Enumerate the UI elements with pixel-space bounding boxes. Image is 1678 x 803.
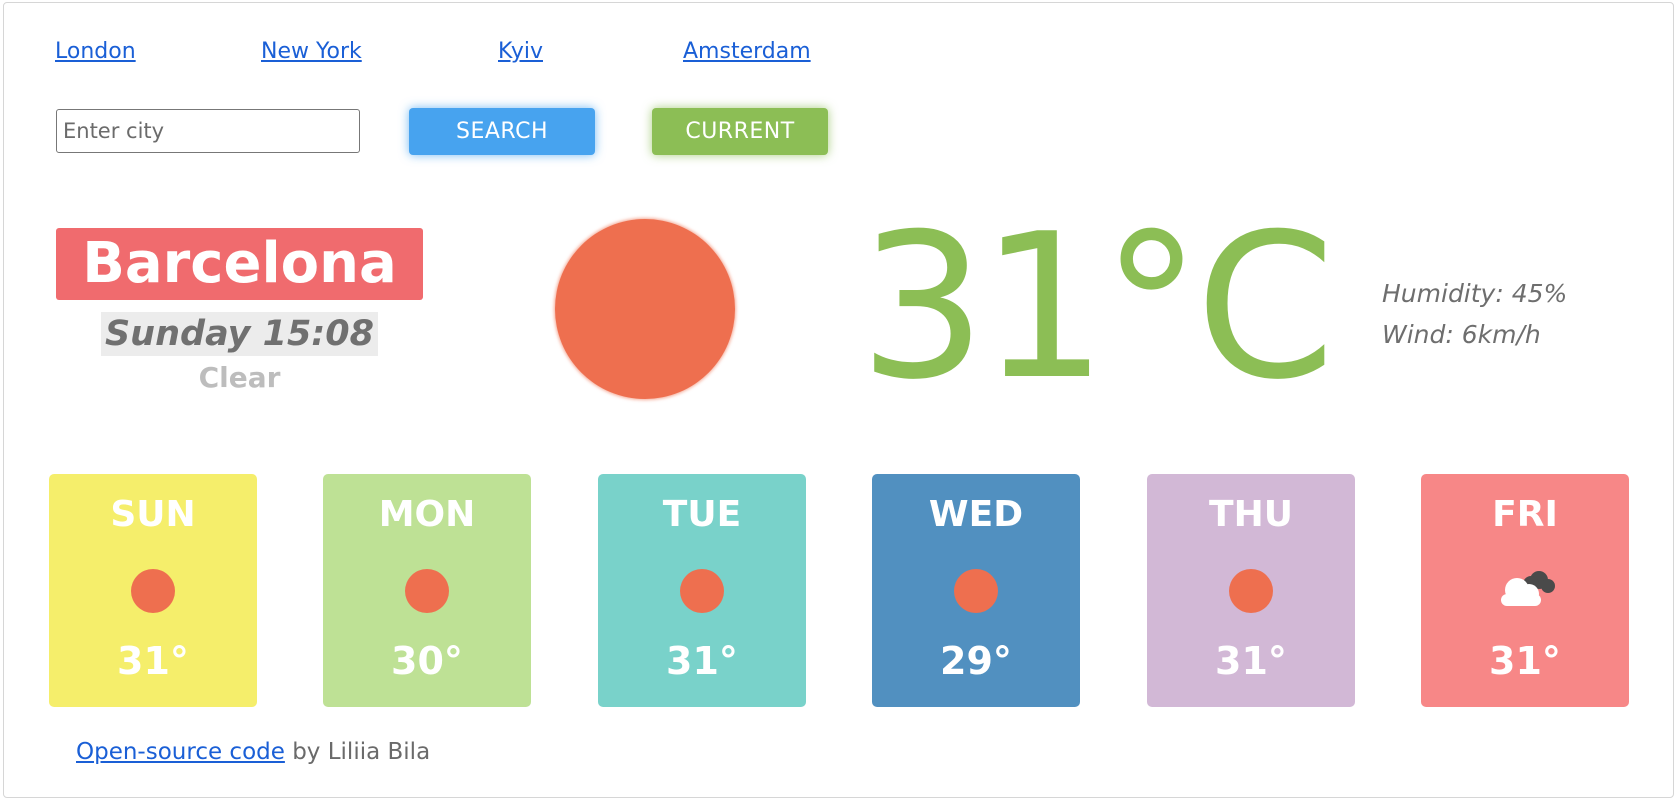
forecast-temp: 31° xyxy=(117,639,189,683)
city-link-new-york[interactable]: New York xyxy=(261,39,362,64)
footer: Open-source code by Liliia Bila xyxy=(76,739,430,765)
current-temperature: 31°C xyxy=(859,191,1335,424)
city-search-input[interactable] xyxy=(56,109,360,153)
weather-description: Clear xyxy=(198,361,281,394)
city-name: Barcelona xyxy=(56,228,423,300)
forecast-temp: 31° xyxy=(1215,639,1287,683)
open-source-link[interactable]: Open-source code xyxy=(76,739,285,765)
humidity-text: Humidity: 45% xyxy=(1382,279,1568,308)
forecast-temp: 29° xyxy=(940,639,1012,683)
city-link-kyiv[interactable]: Kyiv xyxy=(498,39,543,64)
forecast-card-fri: FRI 31° xyxy=(1421,474,1629,707)
forecast-day: THU xyxy=(1209,494,1293,535)
forecast-card-mon: MON 30° xyxy=(323,474,531,707)
sun-icon xyxy=(680,569,724,613)
forecast-day: TUE xyxy=(662,494,742,535)
forecast-card-wed: WED 29° xyxy=(872,474,1080,707)
forecast-card-sun: SUN 31° xyxy=(49,474,257,707)
forecast-day: MON xyxy=(378,494,476,535)
search-button[interactable]: SEARCH xyxy=(409,108,595,155)
sun-icon xyxy=(555,219,735,399)
weather-details: Humidity: 45% Wind: 6km/h xyxy=(1382,273,1567,355)
forecast-temp: 31° xyxy=(666,639,738,683)
forecast-card-thu: THU 31° xyxy=(1147,474,1355,707)
forecast-card-tue: TUE 31° xyxy=(598,474,806,707)
forecast-day: WED xyxy=(928,494,1024,535)
current-location-button[interactable]: CURRENT xyxy=(652,108,828,155)
sun-icon xyxy=(405,569,449,613)
cloud-icon xyxy=(1501,571,1555,606)
forecast-temp: 31° xyxy=(1489,639,1561,683)
date-time: Sunday 15:08 xyxy=(101,312,378,356)
sun-icon xyxy=(131,569,175,613)
forecast-day: SUN xyxy=(110,494,196,535)
sun-icon xyxy=(1229,569,1273,613)
author-credit: by Liliia Bila xyxy=(284,739,431,765)
wind-text: Wind: 6km/h xyxy=(1382,320,1541,349)
city-link-amsterdam[interactable]: Amsterdam xyxy=(683,39,811,64)
forecast-temp: 30° xyxy=(391,639,463,683)
app-frame: London New York Kyiv Amsterdam SEARCH CU… xyxy=(3,2,1674,798)
sun-icon xyxy=(954,569,998,613)
city-link-london[interactable]: London xyxy=(55,39,136,64)
forecast-day: FRI xyxy=(1492,494,1558,535)
